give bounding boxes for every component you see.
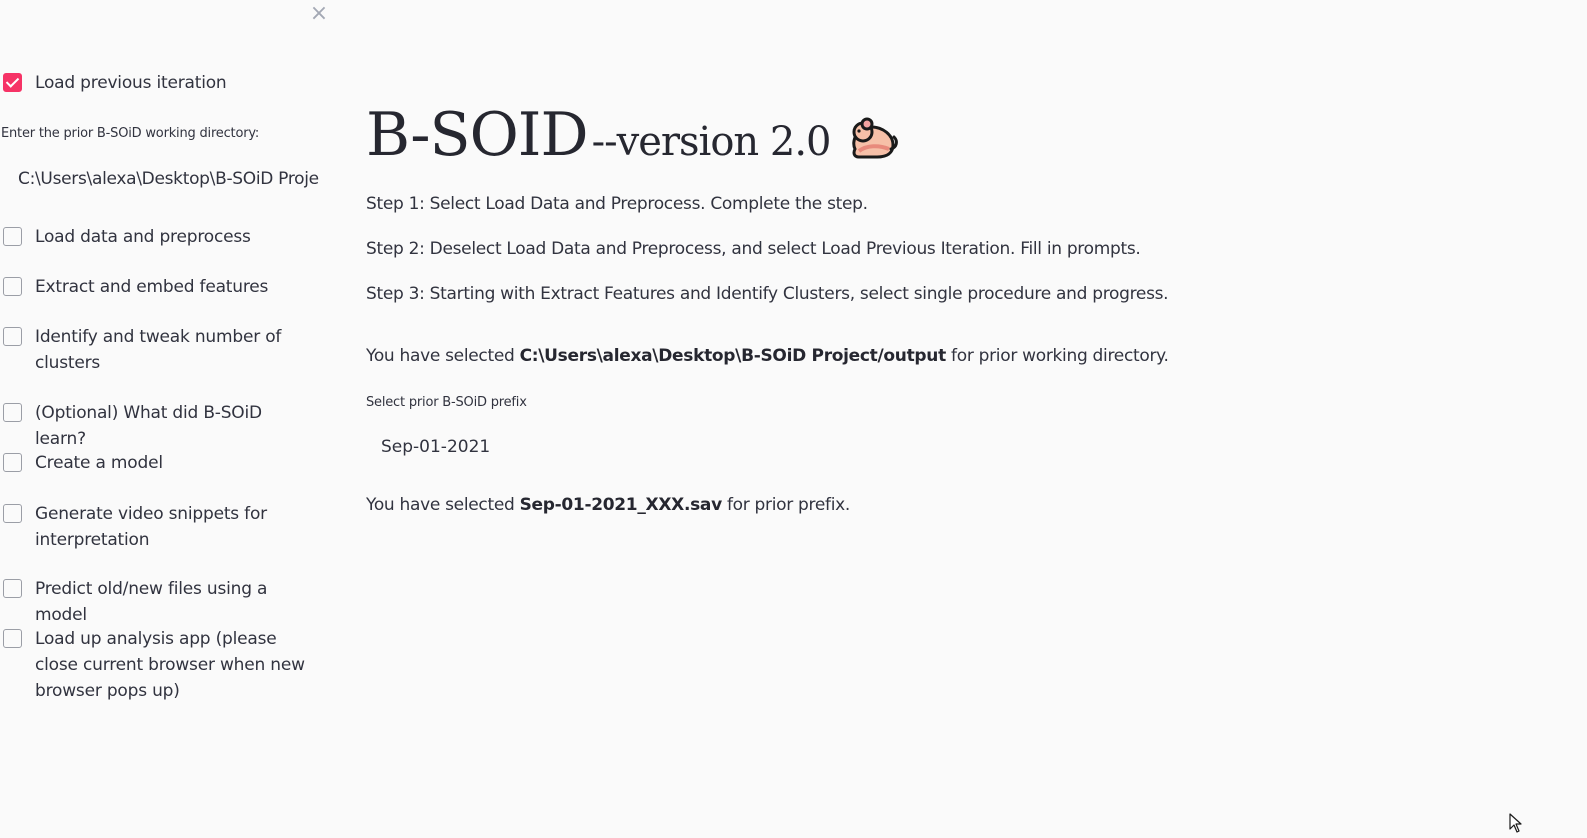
selected-prefix-value: Sep-01-2021_XXX.sav (519, 495, 723, 515)
prefix-select[interactable]: Sep-01-2021 (366, 428, 666, 466)
load-previous-iteration-checkbox[interactable]: Load previous iteration (3, 70, 317, 96)
checkbox-label: Load data and preprocess (35, 227, 251, 247)
dir-input-label: Enter the prior B-SOiD working directory… (1, 126, 260, 141)
checkbox-icon[interactable] (3, 403, 22, 422)
version-text: --version 2.0 (591, 119, 832, 165)
sidebar: × Load previous iteration Enter the prio… (0, 0, 340, 838)
step-3-text: Step 3: Starting with Extract Features a… (366, 284, 1169, 304)
message-prefix: You have selected (366, 346, 520, 366)
mouse-icon (851, 117, 898, 159)
checkbox-icon[interactable] (3, 504, 22, 523)
page-title: B-SOID --version 2.0 (366, 100, 899, 170)
selected-directory-message: You have selected C:\Users\alexa\Desktop… (366, 346, 1169, 366)
step-1-text: Step 1: Select Load Data and Preprocess.… (366, 194, 868, 214)
checkbox-label: (Optional) What did B-SOiD learn? (35, 403, 262, 449)
working-directory-input[interactable]: C:\Users\alexa\Desktop\B-SOiD Proje (1, 160, 326, 198)
checkbox-create-model[interactable]: Create a model (3, 450, 317, 476)
checkbox-what-learned[interactable]: (Optional) What did B-SOiD learn? (3, 400, 317, 452)
checkbox-icon[interactable] (3, 629, 22, 648)
checkbox-icon[interactable] (3, 453, 22, 472)
checkbox-label: Create a model (35, 453, 163, 473)
message-suffix: for prior working directory. (945, 346, 1169, 366)
checkbox-predict-files[interactable]: Predict old/new files using a model (3, 576, 317, 628)
mouse-cursor-icon (1509, 813, 1522, 833)
selected-directory-value: C:\Users\alexa\Desktop\B-SOiD Project/ou… (519, 346, 947, 366)
app-root: × Load previous iteration Enter the prio… (0, 0, 1587, 838)
title-text: B-SOID (366, 100, 589, 170)
message-suffix: for prior prefix. (721, 495, 850, 515)
step-2-text: Step 2: Deselect Load Data and Preproces… (366, 239, 1141, 259)
checkbox-label: Generate video snippets for interpretati… (35, 504, 267, 550)
close-sidebar-icon[interactable]: × (308, 3, 330, 25)
prefix-select-label: Select prior B-SOiD prefix (366, 395, 527, 410)
checkbox-analysis-app[interactable]: Load up analysis app (please close curre… (3, 626, 317, 704)
checkbox-icon[interactable] (3, 277, 22, 296)
checkbox-identify-clusters[interactable]: Identify and tweak number of clusters (3, 324, 317, 376)
message-prefix: You have selected (366, 495, 520, 515)
checkbox-icon[interactable] (3, 227, 22, 246)
checkbox-generate-video[interactable]: Generate video snippets for interpretati… (3, 501, 317, 553)
checkbox-icon[interactable] (3, 327, 22, 346)
checkbox-label: Identify and tweak number of clusters (35, 327, 282, 373)
checkbox-icon[interactable] (3, 579, 22, 598)
checkbox-label: Predict old/new files using a model (35, 579, 268, 625)
checkbox-label: Load up analysis app (please close curre… (35, 629, 305, 701)
checkbox-extract-features[interactable]: Extract and embed features (3, 274, 317, 300)
checkbox-label: Load previous iteration (35, 73, 227, 93)
checkbox-checked-icon[interactable] (3, 73, 22, 92)
checkbox-load-data[interactable]: Load data and preprocess (3, 224, 317, 250)
selected-prefix-message: You have selected Sep-01-2021_XXX.sav fo… (366, 495, 850, 515)
checkbox-label: Extract and embed features (35, 277, 269, 297)
